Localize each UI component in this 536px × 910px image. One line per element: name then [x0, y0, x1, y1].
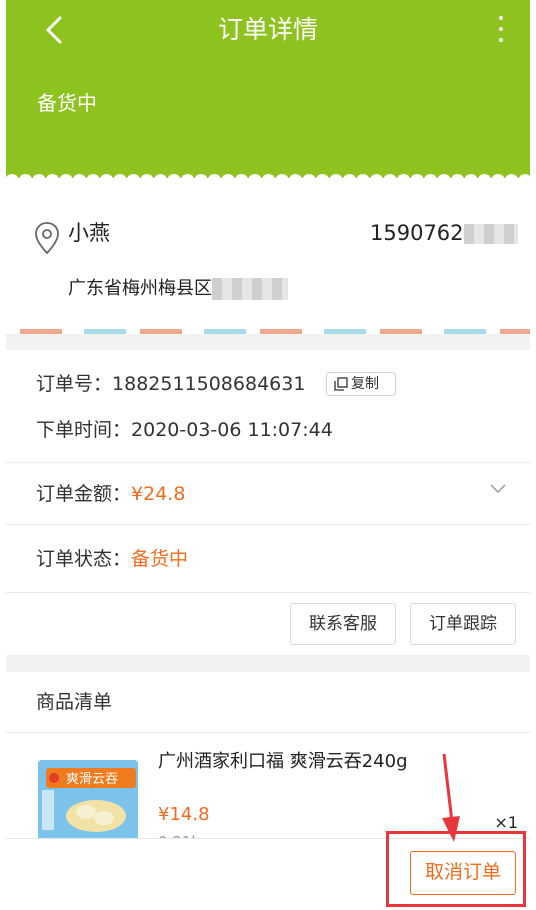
contact-service-button[interactable]: 联系客服	[290, 603, 396, 645]
order-status-label: 订单状态：	[36, 548, 132, 570]
copy-button[interactable]: 复制	[326, 372, 396, 396]
product-price: ¥14.8	[158, 804, 210, 825]
goods-title: 商品清单	[36, 691, 113, 713]
track-order-button[interactable]: 订单跟踪	[410, 603, 516, 645]
order-amount-value: ¥24.8	[131, 483, 186, 505]
order-status-row: 订单状态：备货中	[36, 545, 188, 573]
header-status: 备货中	[37, 91, 97, 115]
order-amount-row[interactable]: 订单金额：¥24.8	[36, 480, 185, 508]
address-text: 广东省梅州梅县区	[68, 278, 212, 299]
annotation-highlight-box	[386, 831, 526, 907]
phone-visible: 1590762	[370, 221, 464, 245]
recipient-phone: 1590762	[370, 218, 518, 248]
order-amount-label: 订单金额：	[36, 483, 132, 505]
page-title: 订单详情	[217, 15, 318, 44]
product-image[interactable]: 爽滑云吞	[38, 760, 138, 840]
header: 订单详情 备货中	[6, 0, 530, 178]
divider	[6, 592, 530, 593]
order-number-value: 1882511508684631	[112, 373, 306, 395]
product-package-graphic: 爽滑云吞	[38, 760, 138, 840]
order-number-label: 订单号：	[36, 373, 113, 395]
divider	[6, 462, 530, 463]
airmail-stripe	[6, 329, 530, 334]
product-package-text: 爽滑云吞	[66, 772, 118, 787]
order-time-value: 2020-03-06 11:07:44	[131, 419, 333, 441]
order-status-value: 备货中	[131, 548, 189, 570]
redaction-blur	[463, 224, 518, 244]
redaction-blur	[212, 278, 288, 300]
recipient-name: 小燕	[68, 221, 110, 245]
copy-label: 复制	[351, 376, 379, 392]
order-time-label: 下单时间：	[36, 419, 132, 441]
order-time-row: 下单时间：2020-03-06 11:07:44	[36, 416, 333, 444]
divider	[6, 524, 530, 525]
address-card[interactable]: 小燕 1590762 广东省梅州梅县区	[6, 186, 530, 334]
chevron-down-icon[interactable]	[490, 484, 506, 494]
copy-icon	[334, 377, 348, 391]
order-number-row: 订单号：1882511508684631	[36, 370, 305, 398]
product-name[interactable]: 广州酒家利口福 爽滑云吞240g	[158, 750, 418, 774]
scallop-edge	[6, 171, 530, 187]
divider	[6, 732, 530, 733]
location-pin-icon	[35, 222, 59, 255]
address-line: 广东省梅州梅县区	[68, 274, 288, 304]
more-vertical-icon[interactable]	[494, 14, 508, 44]
order-info-card: 订单号：1882511508684631 复制 下单时间：2020-03-06 …	[6, 350, 530, 655]
